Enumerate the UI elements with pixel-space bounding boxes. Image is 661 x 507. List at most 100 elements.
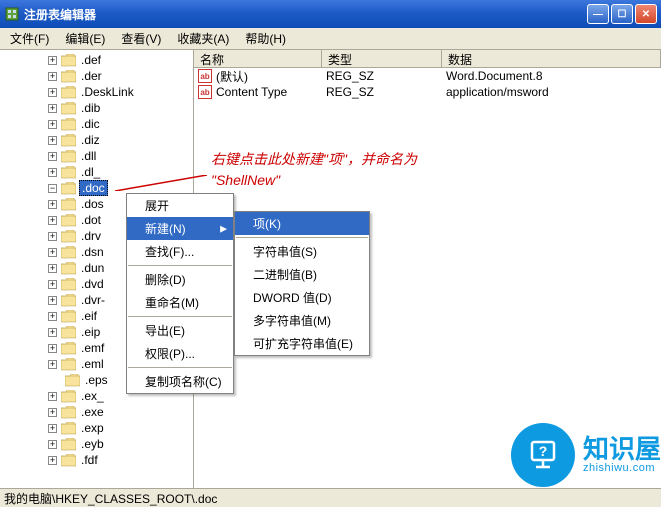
expander-icon[interactable]: [48, 184, 57, 193]
tree-label[interactable]: .eyb: [79, 437, 106, 451]
tree-label[interactable]: .DeskLink: [79, 85, 136, 99]
expander-icon[interactable]: [48, 344, 57, 353]
expander-icon[interactable]: [48, 104, 57, 113]
menu-help[interactable]: 帮助(H): [237, 28, 294, 49]
expander-icon[interactable]: [48, 440, 57, 449]
tree-label[interactable]: .diz: [79, 133, 102, 147]
expander-icon[interactable]: [48, 88, 57, 97]
expander-icon[interactable]: [48, 280, 57, 289]
expander-icon[interactable]: [48, 136, 57, 145]
menu-favorites[interactable]: 收藏夹(A): [169, 28, 237, 49]
expander-icon[interactable]: [48, 216, 57, 225]
tree-label[interactable]: .dos: [79, 197, 106, 211]
ctx-new-dword[interactable]: DWORD 值(D): [235, 286, 369, 309]
expander-icon[interactable]: [48, 424, 57, 433]
expander-icon[interactable]: [48, 72, 57, 81]
tree-item[interactable]: .dib: [0, 100, 193, 116]
list-row[interactable]: abContent TypeREG_SZapplication/msword: [194, 84, 661, 100]
expander-icon[interactable]: [48, 360, 57, 369]
col-type[interactable]: 类型: [322, 50, 442, 67]
ctx-new-binary[interactable]: 二进制值(B): [235, 263, 369, 286]
close-button[interactable]: ✕: [635, 4, 657, 24]
folder-icon: [61, 102, 76, 115]
expander-icon[interactable]: [48, 408, 57, 417]
tree-item[interactable]: .dll: [0, 148, 193, 164]
expander-icon[interactable]: [48, 392, 57, 401]
expander-icon[interactable]: [48, 232, 57, 241]
menu-edit[interactable]: 编辑(E): [57, 28, 113, 49]
ctx-find[interactable]: 查找(F)...: [127, 240, 233, 263]
tree-label[interactable]: .dll: [79, 149, 98, 163]
tree-label[interactable]: .exp: [79, 421, 106, 435]
tree-label[interactable]: .dvd: [79, 277, 106, 291]
tree-item[interactable]: .exe: [0, 404, 193, 420]
expander-icon[interactable]: [48, 328, 57, 337]
ctx-delete[interactable]: 删除(D): [127, 268, 233, 291]
tree-label[interactable]: .exe: [79, 405, 106, 419]
tree-label[interactable]: .emf: [79, 341, 106, 355]
tree-item[interactable]: .exp: [0, 420, 193, 436]
annotation-text: 右键点击此处新建"项"，并命名为 "ShellNew": [211, 150, 417, 191]
tree-item[interactable]: .dic: [0, 116, 193, 132]
tree-label[interactable]: .dib: [79, 101, 102, 115]
tree-item[interactable]: .DeskLink: [0, 84, 193, 100]
tree-label[interactable]: .def: [79, 53, 103, 67]
ctx-new[interactable]: 新建(N)▶: [127, 217, 233, 240]
tree-label[interactable]: .eif: [79, 309, 99, 323]
tree-label[interactable]: .eip: [79, 325, 102, 339]
expander-icon[interactable]: [48, 312, 57, 321]
ctx-new-expandstring[interactable]: 可扩充字符串值(E): [235, 332, 369, 355]
ctx-rename[interactable]: 重命名(M): [127, 291, 233, 314]
ctx-export[interactable]: 导出(E): [127, 319, 233, 342]
folder-icon: [61, 150, 76, 163]
col-data[interactable]: 数据: [442, 50, 661, 67]
col-name[interactable]: 名称: [194, 50, 322, 67]
folder-icon: [61, 86, 76, 99]
tree-label[interactable]: .fdf: [79, 453, 100, 467]
tree-item[interactable]: .eyb: [0, 436, 193, 452]
tree-label[interactable]: .dvr-: [79, 293, 107, 307]
tree-item[interactable]: .def: [0, 52, 193, 68]
ctx-new-string[interactable]: 字符串值(S): [235, 240, 369, 263]
tree-label[interactable]: .dic: [79, 117, 102, 131]
tree-label[interactable]: .ex_: [79, 389, 106, 403]
expander-icon[interactable]: [48, 200, 57, 209]
expander-icon[interactable]: [48, 296, 57, 305]
list-row[interactable]: ab(默认)REG_SZWord.Document.8: [194, 68, 661, 84]
tree-label[interactable]: .eps: [83, 373, 110, 387]
folder-icon: [61, 166, 76, 179]
expander-icon[interactable]: [48, 56, 57, 65]
tree-label[interactable]: .drv: [79, 229, 103, 243]
ctx-expand[interactable]: 展开: [127, 194, 233, 217]
title-bar: 注册表编辑器 — ☐ ✕: [0, 0, 661, 28]
tree-label[interactable]: .dsn: [79, 245, 106, 259]
tree-item[interactable]: .der: [0, 68, 193, 84]
tree-label[interactable]: .dl_: [79, 165, 102, 179]
expander-icon[interactable]: [48, 168, 57, 177]
expander-icon[interactable]: [48, 248, 57, 257]
annotation-arrow: [115, 175, 207, 191]
tree-item[interactable]: .diz: [0, 132, 193, 148]
maximize-button[interactable]: ☐: [611, 4, 633, 24]
tree-label[interactable]: .der: [79, 69, 104, 83]
watermark: ? 知识屋 zhishiwu.com: [511, 423, 661, 487]
expander-icon[interactable]: [48, 120, 57, 129]
separator: [128, 316, 232, 317]
tree-label[interactable]: .doc: [79, 180, 108, 196]
ctx-new-multistring[interactable]: 多字符串值(M): [235, 309, 369, 332]
expander-icon[interactable]: [48, 456, 57, 465]
menu-view[interactable]: 查看(V): [113, 28, 169, 49]
watermark-title: 知识屋: [583, 436, 661, 462]
value-type: REG_SZ: [322, 69, 442, 83]
minimize-button[interactable]: —: [587, 4, 609, 24]
tree-label[interactable]: .dun: [79, 261, 106, 275]
tree-label[interactable]: .dot: [79, 213, 103, 227]
tree-item[interactable]: .fdf: [0, 452, 193, 468]
menu-file[interactable]: 文件(F): [2, 28, 57, 49]
ctx-new-key[interactable]: 项(K): [235, 212, 369, 235]
ctx-permissions[interactable]: 权限(P)...: [127, 342, 233, 365]
ctx-copykey[interactable]: 复制项名称(C): [127, 370, 233, 393]
expander-icon[interactable]: [48, 264, 57, 273]
tree-label[interactable]: .eml: [79, 357, 106, 371]
expander-icon[interactable]: [48, 152, 57, 161]
